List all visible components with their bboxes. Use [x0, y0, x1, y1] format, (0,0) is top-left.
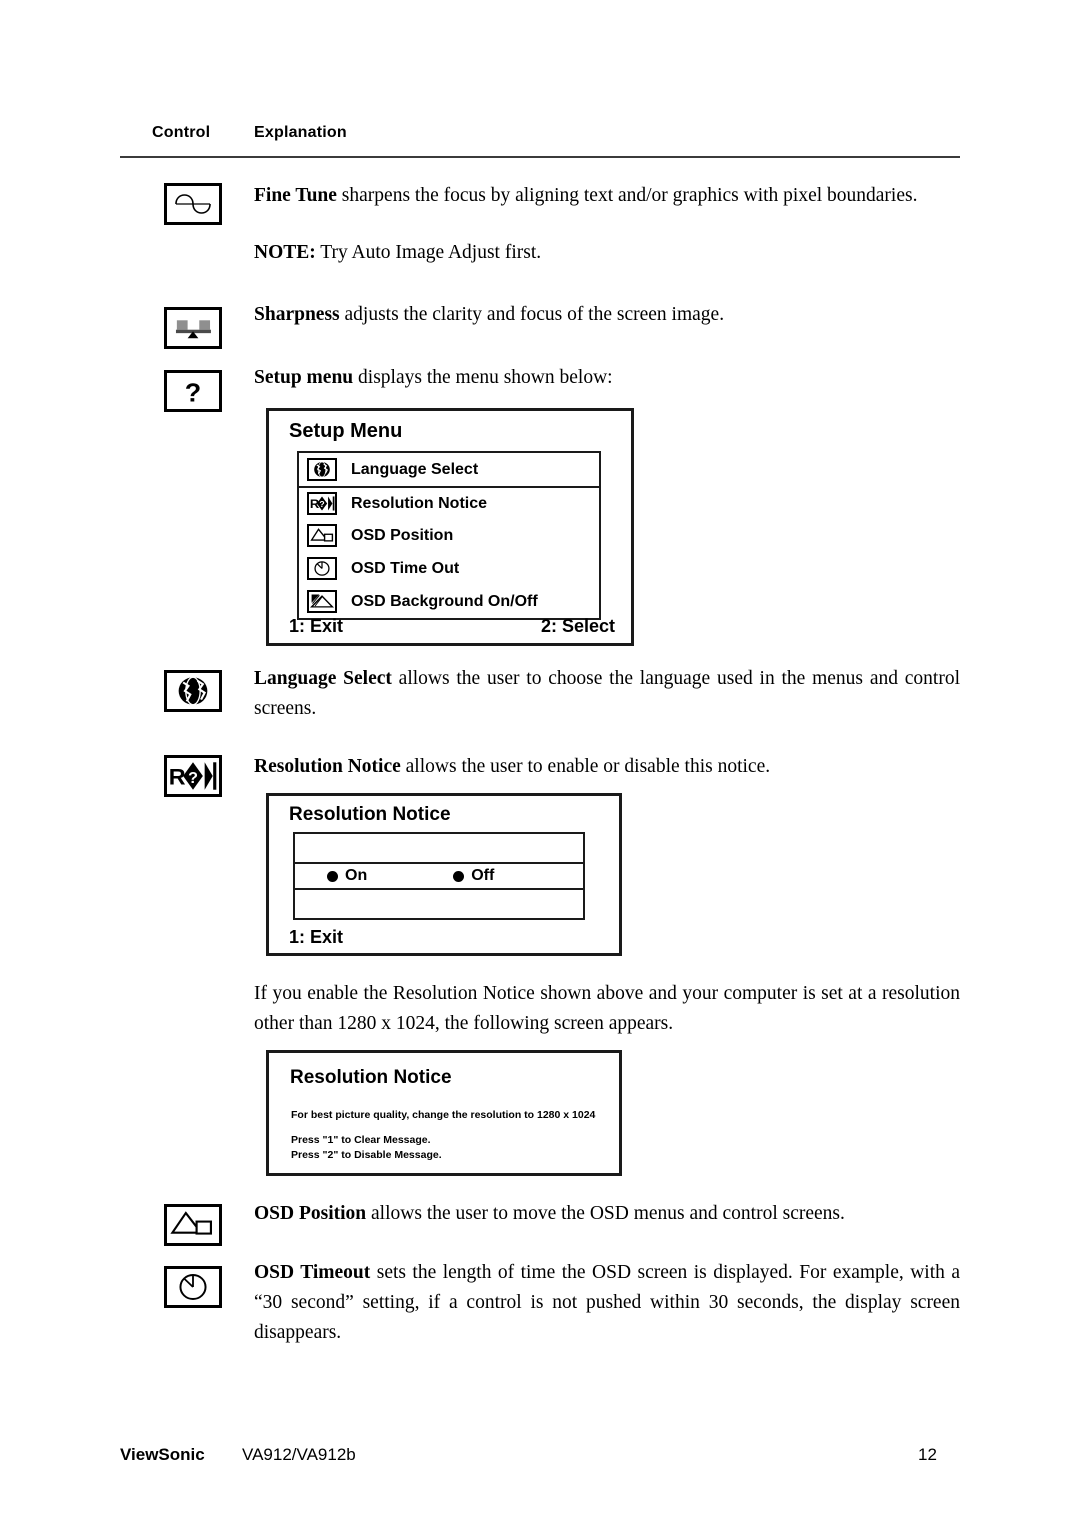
svg-text:?: ?: [319, 499, 324, 509]
resolution-notice-icon: R ?: [164, 755, 222, 797]
resolution-notice-body: allows the user to enable or disable thi…: [400, 756, 771, 777]
setup-menu-item-label: OSD Position: [351, 526, 454, 544]
manual-page: Control Explanation Fine Tune sharpens t…: [0, 0, 1080, 1528]
setup-menu-item-osd-time-out[interactable]: OSD Time Out: [299, 552, 599, 585]
footer-model: VA912/VA912b: [242, 1445, 356, 1464]
resolution-notice-term: Resolution Notice: [254, 756, 401, 777]
setup-menu-item-resolution-notice[interactable]: R ? Resolution Notice: [299, 486, 599, 519]
setup-menu-term: Setup menu: [254, 367, 354, 388]
osd-background-icon: [307, 590, 337, 613]
resolution-notice-exit-label[interactable]: 1: Exit: [289, 927, 343, 948]
osd-position-description: OSD Position allows the user to move the…: [254, 1199, 960, 1229]
fine-tune-description: Fine Tune sharpens the focus by aligning…: [254, 181, 960, 211]
column-header-explanation: Explanation: [254, 124, 347, 141]
setup-menu-question-icon: ?: [164, 370, 222, 412]
osd-position-term: OSD Position: [254, 1203, 367, 1224]
resolution-notice-osd-title: Resolution Notice: [289, 804, 451, 825]
sharpness-description: Sharpness adjusts the clarity and focus …: [254, 300, 960, 330]
setup-menu-footer: 1: Exit 2: Select: [289, 616, 615, 637]
resolution-warning-screenshot: Resolution Notice For best picture quali…: [266, 1050, 622, 1176]
fine-tune-term: Fine Tune: [254, 185, 337, 206]
osd-timeout-description: OSD Timeout sets the length of time the …: [254, 1258, 960, 1348]
resolution-notice-row-options: On Off: [295, 862, 583, 890]
osd-position-icon: [164, 1204, 222, 1246]
fine-tune-note: NOTE: Try Auto Image Adjust first.: [254, 238, 960, 268]
resolution-notice-osd-screenshot: Resolution Notice On Off 1: Exit: [266, 793, 622, 956]
setup-menu-item-label: Language Select: [351, 460, 479, 478]
resolution-notice-option-on-label: On: [345, 867, 368, 884]
resolution-notice-option-rows: On Off: [293, 832, 585, 920]
setup-menu-item-label: Resolution Notice: [351, 494, 488, 512]
sharpness-balance-icon: [164, 307, 222, 349]
osd-position-icon: [307, 524, 337, 547]
resolution-warning-line-1: For best picture quality, change the res…: [291, 1109, 596, 1121]
globe-icon: [307, 458, 337, 481]
resolution-notice-row-blank-bottom: [295, 890, 583, 918]
resolution-warning-title: Resolution Notice: [290, 1067, 452, 1088]
setup-menu-body: displays the menu shown below:: [353, 367, 613, 388]
language-select-description: Language Select allows the user to choos…: [254, 664, 960, 724]
footer-page-number: 12: [918, 1445, 937, 1464]
setup-menu-item-language-select[interactable]: Language Select: [299, 453, 599, 486]
sharpness-body: adjusts the clarity and focus of the scr…: [339, 304, 725, 325]
resolution-notice-paragraph: If you enable the Resolution Notice show…: [254, 983, 960, 1034]
setup-menu-item-label: OSD Background On/Off: [351, 592, 538, 610]
note-label: NOTE:: [254, 242, 316, 263]
resolution-notice-option-off-label: Off: [471, 867, 495, 884]
svg-text:R: R: [169, 764, 186, 789]
setup-menu-exit-label[interactable]: 1: Exit: [289, 616, 343, 637]
svg-text:?: ?: [185, 378, 201, 407]
resolution-warning-line-3: Press "2" to Disable Message.: [291, 1149, 442, 1161]
setup-menu-item-label: OSD Time Out: [351, 559, 460, 577]
header-divider: [120, 156, 960, 158]
radio-dot-icon: [453, 870, 465, 882]
globe-icon: [164, 670, 222, 712]
language-select-term: Language Select: [254, 668, 392, 689]
resolution-notice-icon: R ?: [307, 492, 337, 515]
resolution-notice-option-off[interactable]: Off: [453, 867, 494, 885]
fine-tune-sine-icon: [164, 183, 222, 225]
resolution-notice-option-on[interactable]: On: [327, 867, 367, 885]
osd-timeout-clock-icon: [164, 1266, 222, 1308]
resolution-notice-row-blank-top: [295, 834, 583, 862]
resolution-notice-description: Resolution Notice allows the user to ena…: [254, 752, 960, 782]
column-header-control: Control: [152, 124, 211, 141]
setup-menu-item-list: Language Select R ? Resolution Notice OS…: [297, 451, 601, 620]
resolution-warning-line-2: Press "1" to Clear Message.: [291, 1134, 431, 1146]
osd-timeout-clock-icon: [307, 557, 337, 580]
setup-menu-osd-title: Setup Menu: [289, 420, 403, 442]
setup-menu-description: Setup menu displays the menu shown below…: [254, 363, 960, 393]
setup-menu-select-label[interactable]: 2: Select: [541, 616, 615, 637]
osd-timeout-term: OSD Timeout: [254, 1262, 371, 1283]
setup-menu-osd-screenshot: Setup Menu Language Select R ? Resolutio…: [266, 408, 634, 646]
setup-menu-item-osd-position[interactable]: OSD Position: [299, 519, 599, 552]
footer-brand: ViewSonic: [120, 1445, 205, 1464]
radio-dot-icon: [327, 870, 338, 882]
svg-text:?: ?: [188, 770, 198, 787]
osd-position-body: allows the user to move the OSD menus an…: [366, 1203, 845, 1224]
sharpness-term: Sharpness: [254, 304, 340, 325]
note-body: Try Auto Image Adjust first.: [315, 242, 542, 263]
fine-tune-body: sharpens the focus by aligning text and/…: [336, 185, 918, 206]
setup-menu-item-osd-background[interactable]: OSD Background On/Off: [299, 585, 599, 618]
